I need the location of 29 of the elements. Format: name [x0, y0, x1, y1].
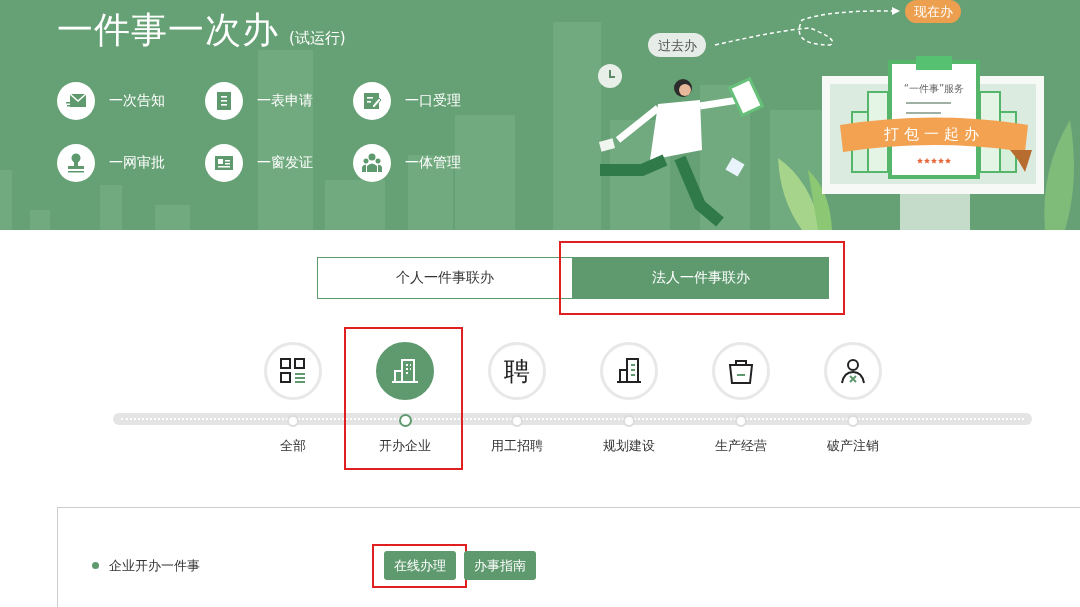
feature-label: 一网审批 — [109, 154, 165, 172]
stamp-icon — [57, 144, 95, 182]
page-subtitle: (试运行) — [289, 29, 346, 49]
now-bubble: 现在办 — [905, 0, 961, 23]
feature-label: 一口受理 — [405, 92, 461, 110]
building-icon[interactable] — [376, 342, 434, 400]
tab[interactable]: 个人一件事联办 — [317, 257, 573, 299]
character-icon[interactable]: 聘 — [488, 342, 546, 400]
feature-label: 一次告知 — [109, 92, 165, 110]
category-label[interactable]: 全部 — [280, 437, 306, 455]
service-card-title: “一件事”服务 — [903, 83, 965, 94]
page-title: 一件事一次办 — [57, 8, 279, 52]
feature-label: 一表申请 — [257, 92, 313, 110]
edit-icon — [353, 82, 391, 120]
past-bubble: 过去办 — [648, 33, 706, 57]
category-label[interactable]: 用工招聘 — [491, 437, 543, 455]
service-name: 企业开办一件事 — [109, 556, 201, 575]
ribbon-text: 打包一起办 — [884, 125, 984, 143]
category-label[interactable]: 破产注销 — [827, 437, 879, 455]
category-label[interactable]: 规划建设 — [603, 437, 655, 455]
feature-label: 一体管理 — [405, 154, 461, 172]
mail-icon — [57, 82, 95, 120]
feature-label: 一窗发证 — [257, 154, 313, 172]
card-icon — [205, 144, 243, 182]
category-label[interactable]: 生产经营 — [715, 437, 767, 455]
bullet-icon — [92, 562, 99, 569]
list-icon — [205, 82, 243, 120]
people-icon — [353, 144, 391, 182]
category-label[interactable]: 开办企业 — [379, 437, 431, 455]
